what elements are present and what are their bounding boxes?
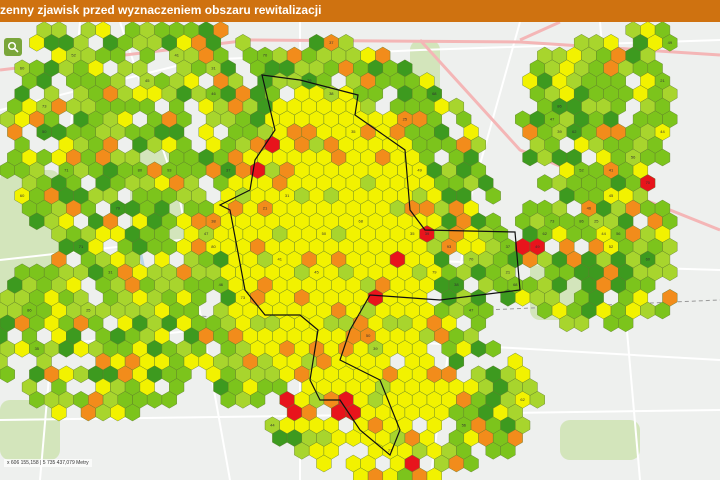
hex-cell-label: 37	[506, 244, 511, 249]
hex-cell-label: 38	[211, 218, 216, 223]
hex-cell-label: 39	[425, 231, 430, 236]
hex-cell-label: 35	[351, 129, 356, 134]
hex-cell-label: 38	[454, 282, 459, 287]
hex-cell-label: 50	[322, 231, 327, 236]
hex-cell-label: 68	[513, 282, 518, 287]
search-button[interactable]	[4, 38, 22, 56]
app-title: zenny zjawisk przed wyznaczeniem obszaru…	[0, 3, 322, 17]
hex-cell-label: 45	[609, 193, 614, 198]
hex-cell-label: 44	[660, 129, 665, 134]
hex-cell-label: 21	[263, 206, 268, 211]
hex-cell-label: 70	[646, 180, 651, 185]
hex-cell-label: 80	[211, 244, 216, 249]
hex-cell-label: 35	[410, 231, 415, 236]
hex-cell-label: 79	[116, 206, 121, 211]
hex-cell-label: 52	[609, 244, 614, 249]
hex-cell-label: 71	[64, 167, 69, 172]
hex-cell-label: 50	[42, 129, 47, 134]
hex-cell-label: 47	[469, 308, 474, 313]
hex-cell-label: 62	[572, 129, 577, 134]
hex-cell-label: 60	[646, 257, 651, 262]
hex-cell-label: 70	[263, 53, 268, 58]
hex-cell-label: 35	[35, 346, 40, 351]
hex-cell-label: 49	[535, 244, 540, 249]
hex-cell-label: 79	[432, 269, 437, 274]
hex-cell-label: 31	[211, 65, 216, 70]
hex-cell-label: 39	[373, 346, 378, 351]
hex-cell-label: 41	[277, 257, 282, 262]
hex-cell-label: 68	[432, 91, 437, 96]
hex-cell-label: 60	[20, 193, 25, 198]
hex-cell-label: 86	[579, 218, 584, 223]
hex-cell-label: 50	[366, 333, 371, 338]
hex-cell-label: 45	[145, 78, 150, 83]
hex-cell-label: 62	[520, 397, 525, 402]
hex-cell-label: 56	[462, 422, 467, 427]
hex-cell-label: 25	[594, 218, 599, 223]
hex-cell-label: 45	[314, 269, 319, 274]
hex-cell-label: 44	[270, 422, 275, 427]
hex-cell-label: 37	[226, 167, 231, 172]
hex-cell-label: 39	[557, 129, 562, 134]
hex-cell-label: 60	[20, 65, 25, 70]
hex-cell-label: 21	[660, 78, 665, 83]
hex-cell-label: 86	[557, 104, 562, 109]
hex-cell-label: 46	[219, 282, 224, 287]
hex-cell-label: 73	[550, 218, 555, 223]
hex-cell-label: 71	[79, 244, 84, 249]
coordinate-readout: x 606 155,158 | 5 735 437,079 Metry	[4, 459, 92, 467]
hex-cell-label: 93	[167, 167, 172, 172]
hex-cell-label: 93	[447, 244, 452, 249]
hex-cell-label: 73	[241, 295, 246, 300]
hex-cell-label: 80	[138, 167, 143, 172]
park-area	[560, 420, 640, 460]
hex-cell-label: 31	[285, 193, 290, 198]
hex-cell-label: 56	[616, 231, 621, 236]
hex-cell-label: 21	[506, 269, 511, 274]
hex-cell-label: 38	[329, 91, 334, 96]
hex-cell-label: 46	[211, 91, 216, 96]
map-canvas[interactable]: 37 49 52 41 70 60 31 45 79 21 46 38 68 73 86 25 47 50 35 39…	[0, 22, 720, 480]
hex-cell-label: 52	[579, 167, 584, 172]
hex-cell-label: 47	[550, 116, 555, 121]
app-title-bar: zenny zjawisk przed wyznaczeniem obszaru…	[0, 0, 720, 22]
hex-cell-label: 73	[42, 104, 47, 109]
park-area	[0, 400, 60, 460]
hex-cell-label: 25	[86, 308, 91, 313]
hex-cell-label: 37	[329, 40, 334, 45]
hex-cell-label: 31	[108, 269, 113, 274]
hex-cell-label: 56	[631, 155, 636, 160]
hex-cell-label: 47	[204, 231, 209, 236]
hex-cell-label: 44	[601, 231, 606, 236]
search-icon	[7, 41, 19, 53]
hex-cell-label: 52	[71, 53, 76, 58]
hex-cell-label: 41	[174, 53, 179, 58]
hex-cell-label: 49	[417, 167, 422, 172]
hex-cell-label: 41	[609, 167, 614, 172]
hex-cell-label: 25	[403, 116, 408, 121]
hex-cell-label: 49	[668, 40, 673, 45]
map-view[interactable]: 37 49 52 41 70 60 31 45 79 21 46 38 68 73 86 25 47 50 35 39…	[0, 22, 720, 480]
hex-cell-label: 86	[27, 308, 32, 313]
hex-cell-label: 62	[542, 231, 547, 236]
hex-cell-label: 46	[587, 206, 592, 211]
hex-cell-label: 70	[469, 257, 474, 262]
hex-cell-label: 68	[358, 218, 363, 223]
